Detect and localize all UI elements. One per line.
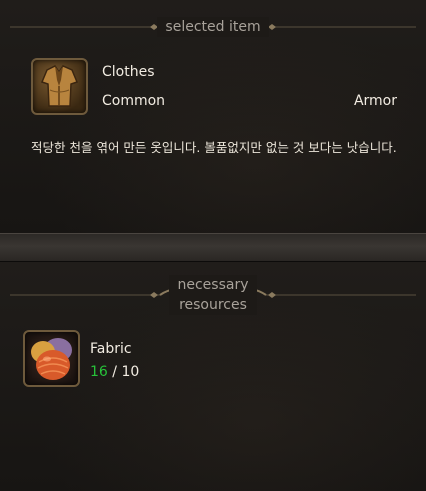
clothes-icon[interactable] [31,58,88,115]
item-name: Clothes [102,64,155,80]
resources-title-line1: necessary [177,277,249,293]
clothes-icon-graphic [40,65,79,107]
resource-have-count: 16 [90,364,108,380]
resource-count: 16 / 10 [90,364,139,380]
resources-title-line2: resources [179,297,247,313]
item-rarity: Common [102,93,166,109]
resources-title: necessary resources [169,275,257,315]
item-type: Armor [353,93,397,109]
resource-need-count: 10 [121,364,140,380]
resources-header: necessary resources [0,270,426,320]
fabric-icon-graphic [31,338,72,380]
item-description: 적당한 천을 엮어 만든 옷입니다. 볼품없지만 없는 것 보다는 낫습니다. [31,140,397,155]
selected-item-title: selected item [157,17,269,37]
resource-count-separator: / [107,364,122,380]
resource-name: Fabric [90,341,132,357]
fabric-icon[interactable] [23,330,80,387]
selected-item-header: selected item [0,10,426,44]
section-divider [0,233,426,262]
